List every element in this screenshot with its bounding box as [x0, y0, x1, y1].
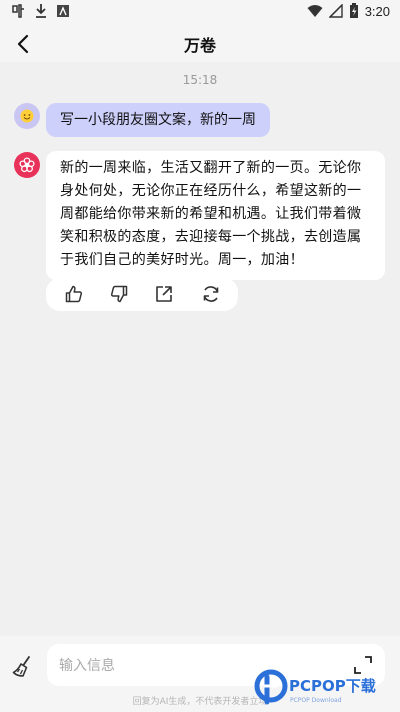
- regenerate-button[interactable]: [201, 284, 221, 304]
- app-notification-icon: [12, 4, 24, 18]
- flower-logo-icon: [19, 157, 35, 173]
- bot-message-bubble: 新的一周来临，生活又翻开了新的一页。无论你身处何处，无论你正在经历什么，希望这新…: [46, 151, 385, 280]
- pcpop-watermark-logo: PCPOP下载 PCPOP Download: [254, 669, 376, 705]
- like-button[interactable]: [64, 284, 84, 304]
- user-avatar: [14, 103, 40, 129]
- watermark-subtitle: PCPOP Download: [290, 697, 342, 704]
- download-icon: [36, 4, 46, 18]
- app-icon: [57, 5, 69, 17]
- battery-icon: [349, 3, 358, 18]
- clear-chat-button[interactable]: [10, 654, 36, 680]
- thumbs-down-icon: [110, 285, 128, 303]
- user-message-bubble: 写一小段朋友圈文案，新的一周: [46, 103, 270, 137]
- status-bar: 3:20: [0, 0, 400, 24]
- smiley-avatar-icon: [20, 109, 34, 123]
- signal-icon: [328, 4, 343, 18]
- bot-avatar: [14, 152, 40, 178]
- refresh-icon: [203, 286, 219, 302]
- share-button[interactable]: [154, 284, 174, 304]
- nav-bar: 万卷: [0, 24, 400, 62]
- wifi-icon: [307, 5, 323, 17]
- message-timestamp: 15:18: [182, 73, 218, 87]
- thumbs-up-icon: [65, 285, 83, 303]
- watermark-brand: PCPOP下载: [289, 677, 376, 695]
- status-left-icons: [10, 3, 70, 19]
- message-action-bar: [46, 278, 238, 311]
- dislike-button[interactable]: [109, 284, 129, 304]
- page-title: 万卷: [183, 36, 216, 55]
- status-time: 3:20: [364, 3, 390, 19]
- status-right-icons: 3:20: [307, 3, 390, 19]
- broom-icon: [12, 656, 30, 677]
- share-icon: [156, 286, 172, 302]
